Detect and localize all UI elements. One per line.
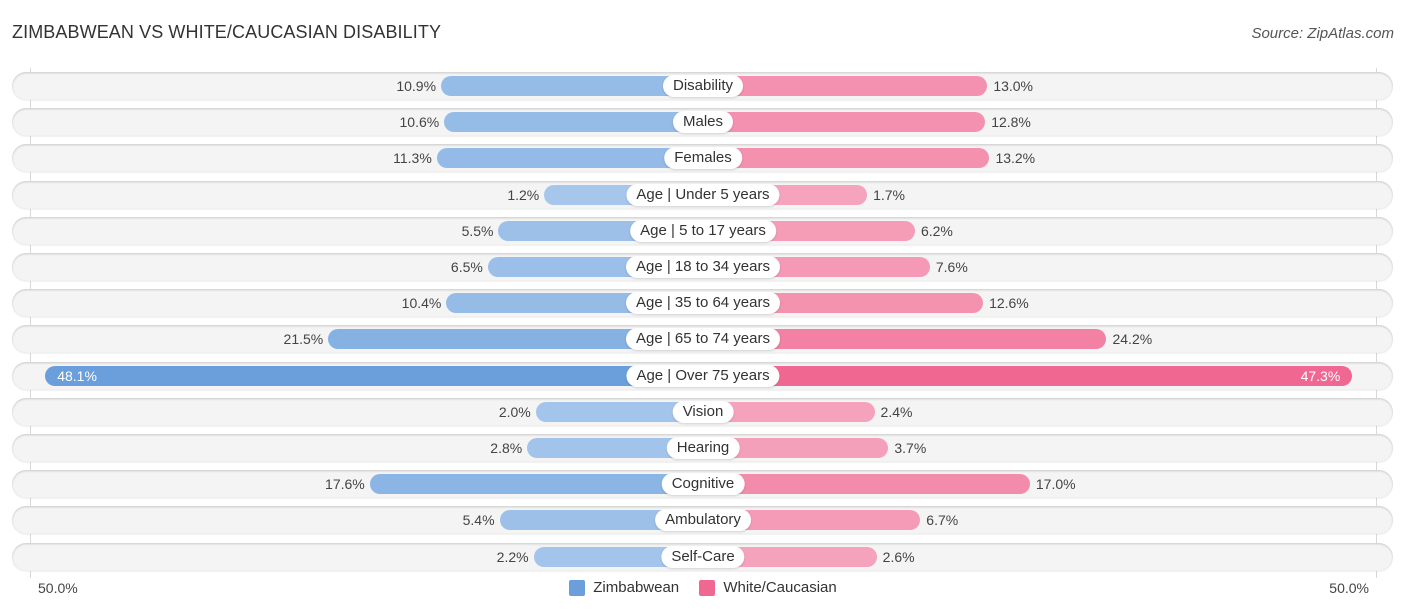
category-label: Hearing	[666, 437, 740, 459]
legend-item-white-caucasian[interactable]: White/Caucasian	[699, 579, 837, 596]
row-age-65-to-74-years: 21.5% 24.2% Age | 65 to 74 years	[12, 325, 1393, 354]
row-self-care: 2.2% 2.6% Self-Care	[12, 542, 1393, 571]
category-label: Self-Care	[661, 545, 745, 568]
category-label: Age | Over 75 years	[626, 364, 780, 387]
row-disability: 10.9% 13.0% Disability	[12, 72, 1393, 100]
value-label-white-caucasian-age-35-to-64-years: 12.6%	[989, 295, 1029, 312]
source-label: Source: ZipAtlas.com	[1251, 25, 1394, 42]
legend-swatch-white-caucasian	[699, 579, 716, 596]
value-label-white-caucasian-males: 12.8%	[991, 114, 1031, 131]
category-label: Age | Under 5 years	[626, 183, 780, 206]
category-label: Males	[672, 111, 734, 134]
category-label: Ambulatory	[655, 509, 751, 532]
legend: Zimbabwean White/Caucasian	[0, 579, 1406, 600]
bar-zimbabwean-age-over-75-years[interactable]	[45, 365, 703, 386]
value-label-white-caucasian-cognitive: 17.0%	[1035, 476, 1076, 493]
bar-white-caucasian-males[interactable]	[703, 112, 986, 133]
bar-zimbabwean-males[interactable]	[444, 112, 703, 133]
value-label-white-caucasian-females: 13.2%	[995, 150, 1036, 167]
bar-white-caucasian-age-over-75-years[interactable]	[703, 365, 1353, 386]
legend-item-zimbabwean[interactable]: Zimbabwean	[569, 579, 679, 596]
value-label-zimbabwean-age-18-to-34-years: 6.5%	[450, 259, 483, 275]
legend-swatch-zimbabwean	[569, 579, 586, 596]
category-label: Females	[664, 147, 742, 170]
value-label-zimbabwean-self-care: 2.2%	[496, 548, 529, 565]
category-label: Cognitive	[661, 473, 745, 496]
row-ambulatory: 5.4% 6.7% Ambulatory	[12, 506, 1393, 535]
category-label: Disability	[662, 75, 744, 97]
value-label-zimbabwean-males: 10.6%	[399, 114, 440, 131]
bar-zimbabwean-cognitive[interactable]	[369, 474, 703, 495]
value-label-zimbabwean-age-35-to-64-years: 10.4%	[401, 295, 442, 312]
value-label-white-caucasian-hearing: 3.7%	[894, 440, 927, 456]
value-label-white-caucasian-age-65-to-74-years: 24.2%	[1112, 331, 1153, 348]
row-age-18-to-34-years: 6.5% 7.6% Age | 18 to 34 years	[12, 253, 1393, 281]
category-label: Age | 65 to 74 years	[626, 328, 780, 351]
value-label-white-caucasian-age-18-to-34-years: 7.6%	[935, 259, 968, 275]
row-vision: 2.0% 2.4% Vision	[12, 397, 1393, 426]
bar-white-caucasian-females[interactable]	[703, 148, 990, 169]
legend-label-white-caucasian: White/Caucasian	[723, 579, 837, 596]
row-age-5-to-17-years: 5.5% 6.2% Age | 5 to 17 years	[12, 216, 1393, 245]
value-label-white-caucasian-age-5-to-17-years: 6.2%	[920, 222, 953, 239]
category-label: Age | 18 to 34 years	[626, 256, 780, 278]
row-age-35-to-64-years: 10.4% 12.6% Age | 35 to 64 years	[12, 289, 1393, 318]
value-label-zimbabwean-age-over-75-years: 48.1%	[57, 367, 97, 384]
value-label-zimbabwean-vision: 2.0%	[498, 403, 531, 420]
value-label-zimbabwean-age-5-to-17-years: 5.5%	[461, 222, 494, 239]
value-label-white-caucasian-age-under-5-years: 1.7%	[873, 186, 905, 203]
row-males: 10.6% 12.8% Males	[12, 108, 1393, 137]
row-females: 11.3% 13.2% Females	[12, 144, 1393, 173]
row-hearing: 2.8% 3.7% Hearing	[12, 434, 1393, 462]
value-label-zimbabwean-cognitive: 17.6%	[325, 476, 365, 493]
value-label-zimbabwean-disability: 10.9%	[396, 78, 437, 94]
value-label-zimbabwean-hearing: 2.8%	[490, 440, 523, 456]
value-label-zimbabwean-females: 11.3%	[393, 150, 432, 167]
row-age-under-5-years: 1.2% 1.7% Age | Under 5 years	[12, 180, 1393, 209]
value-label-white-caucasian-ambulatory: 6.7%	[926, 512, 959, 529]
bar-zimbabwean-females[interactable]	[436, 148, 703, 169]
value-label-zimbabwean-ambulatory: 5.4%	[462, 512, 495, 529]
category-label: Age | 5 to 17 years	[630, 219, 776, 242]
category-label: Vision	[672, 400, 734, 423]
value-label-zimbabwean-age-under-5-years: 1.2%	[507, 186, 540, 203]
value-label-white-caucasian-self-care: 2.6%	[882, 548, 915, 565]
category-label: Age | 35 to 64 years	[626, 292, 780, 315]
value-label-white-caucasian-age-over-75-years: 47.3%	[1300, 367, 1341, 384]
legend-label-zimbabwean: Zimbabwean	[593, 579, 680, 596]
chart-title: ZIMBABWEAN VS WHITE/CAUCASIAN DISABILITY	[12, 22, 442, 42]
row-cognitive: 17.6% 17.0% Cognitive	[12, 470, 1393, 499]
value-label-white-caucasian-vision: 2.4%	[880, 403, 913, 420]
value-label-white-caucasian-disability: 13.0%	[993, 78, 1034, 94]
bar-white-caucasian-cognitive[interactable]	[703, 474, 1030, 495]
row-age-over-75-years: 48.1% 47.3% Age | Over 75 years	[12, 361, 1393, 390]
value-label-zimbabwean-age-65-to-74-years: 21.5%	[283, 331, 324, 348]
bar-white-caucasian-disability[interactable]	[703, 76, 988, 96]
